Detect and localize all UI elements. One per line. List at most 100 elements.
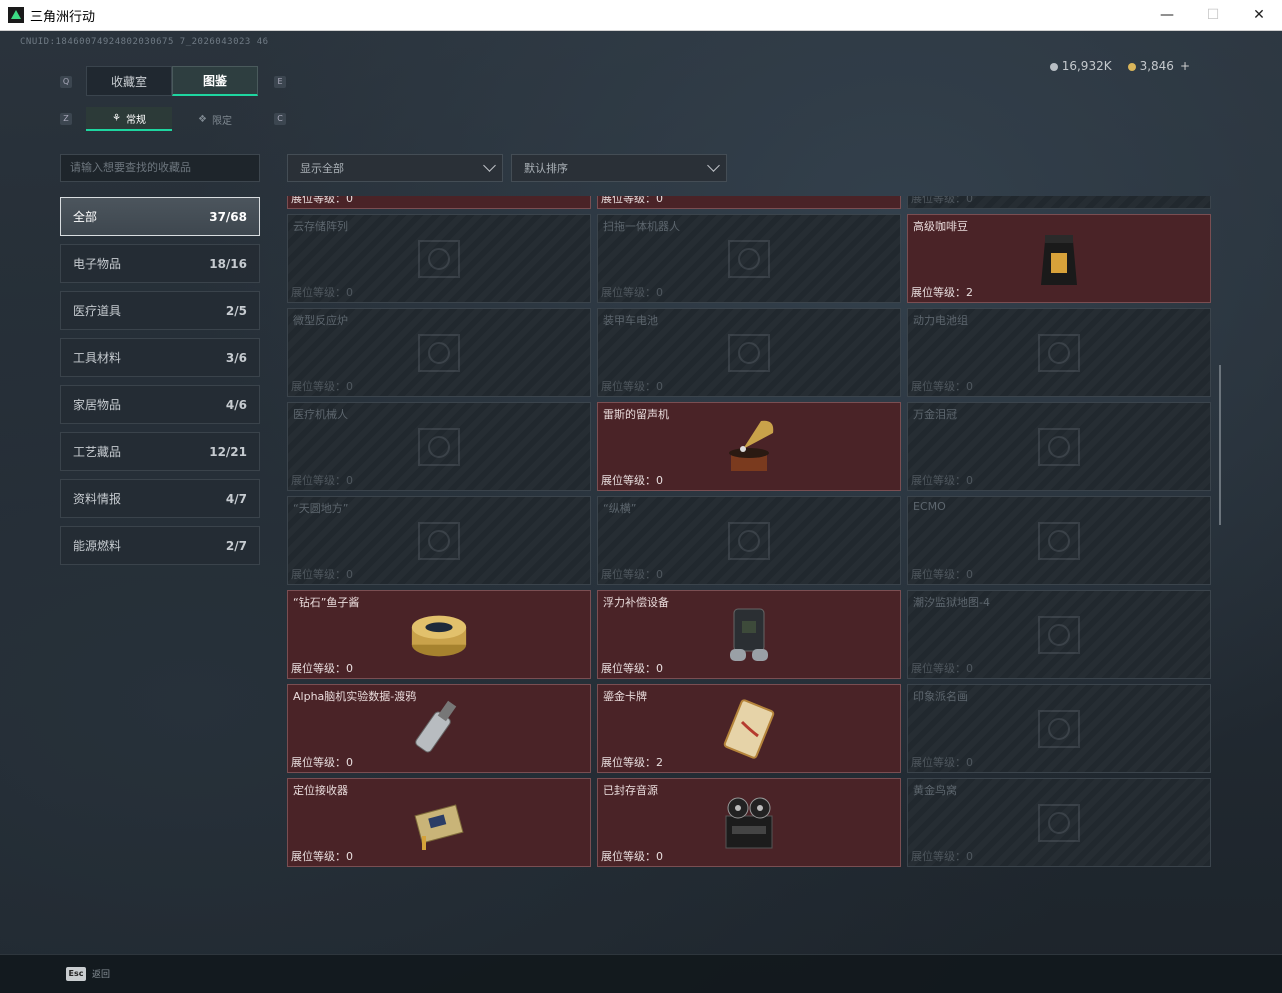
category-label: 全部 (73, 210, 98, 224)
gold-card-icon (718, 698, 780, 760)
level-label: 展位等级： (601, 380, 656, 393)
collection-card[interactable]: 扫拖一体机器人 展位等级：0 (597, 214, 901, 303)
collection-card-level: 展位等级：0 (911, 848, 973, 864)
collection-card-name: 扫拖一体机器人 (603, 220, 680, 233)
collection-card-level: 展位等级：0 (601, 284, 663, 300)
level-label: 展位等级： (291, 196, 346, 205)
collection-card-level: 展位等级：0 (911, 566, 973, 582)
collection-card[interactable]: 高级咖啡豆 展位等级：2 (907, 214, 1211, 303)
tab-collection-room[interactable]: 收藏室 (86, 66, 172, 96)
collection-card-name: 黄金鸟窝 (913, 784, 957, 797)
prev-subtab-key-icon[interactable]: Z (60, 113, 72, 125)
collection-card[interactable]: 浮力补偿设备 展位等级：0 (597, 590, 901, 679)
collection-card[interactable]: 雷斯的留声机 展位等级：0 (597, 402, 901, 491)
app-logo-icon (8, 7, 24, 23)
coffee-bag-icon (1028, 228, 1090, 290)
minimize-button[interactable]: — (1144, 0, 1190, 30)
uid-label: CNUID:18460074924802030675 7_2026043023 … (20, 37, 269, 47)
collection-card[interactable]: 装甲车电池 展位等级：0 (597, 308, 901, 397)
reactor-icon (408, 322, 470, 384)
category-item[interactable]: 资料情报 4/7 (60, 479, 260, 518)
category-item[interactable]: 工艺藏品 12/21 (60, 432, 260, 471)
collection-card[interactable]: 动力电池组 展位等级：0 (907, 308, 1211, 397)
collection-card[interactable]: 展位等级：0 (907, 196, 1211, 209)
tape-recorder-icon (718, 792, 780, 854)
collection-card[interactable]: 微型反应炉 展位等级：0 (287, 308, 591, 397)
map-icon (1028, 604, 1090, 666)
globe-icon (408, 510, 470, 572)
collection-card[interactable]: 云存储阵列 展位等级：0 (287, 214, 591, 303)
collection-card[interactable]: 定位接收器 展位等级：0 (287, 778, 591, 867)
level-value: 0 (656, 474, 663, 487)
category-label: 电子物品 (73, 257, 122, 271)
level-value: 0 (656, 662, 663, 675)
collection-card[interactable]: 黄金鸟窝展位等级：0 (907, 778, 1211, 867)
level-label: 展位等级： (911, 286, 966, 299)
level-value: 0 (346, 196, 353, 205)
collection-card[interactable]: “纵横” 展位等级：0 (597, 496, 901, 585)
collection-card-level: 展位等级：0 (911, 378, 973, 394)
silver-currency: 16,932K (1049, 59, 1112, 73)
category-label: 工艺藏品 (73, 445, 122, 459)
collection-card[interactable]: 万金泪冠 展位等级：0 (907, 402, 1211, 491)
subtab-limited[interactable]: ❖ 限定 (172, 107, 258, 131)
gold-amount: 3,846 (1139, 59, 1174, 73)
maximize-button[interactable]: ☐ (1190, 0, 1236, 30)
collection-card[interactable]: “钻石”鱼子酱 展位等级：0 (287, 590, 591, 679)
collection-card[interactable]: 鎏金卡牌 展位等级：2 (597, 684, 901, 773)
collection-card[interactable]: 印象派名画 展位等级：0 (907, 684, 1211, 773)
level-value: 2 (966, 286, 973, 299)
search-input[interactable] (60, 154, 260, 182)
limited-icon: ❖ (198, 113, 207, 125)
category-count: 4/6 (225, 397, 247, 412)
category-item[interactable]: 能源燃料 2/7 (60, 526, 260, 565)
category-item[interactable]: 家居物品 4/6 (60, 385, 260, 424)
level-value: 0 (656, 568, 663, 581)
category-label: 家居物品 (73, 398, 122, 412)
esc-key-button[interactable]: Esc (66, 967, 86, 981)
collection-card-level: 展位等级：0 (911, 660, 973, 676)
crown-icon (1028, 416, 1090, 478)
sub-tabs: ⚘ 常规 ❖ 限定 (86, 107, 258, 131)
collection-card[interactable]: 展位等级：0 (287, 196, 591, 209)
category-count: 2/5 (225, 303, 247, 318)
collection-card[interactable]: 医疗机械人 展位等级：0 (287, 402, 591, 491)
level-value: 2 (656, 756, 663, 769)
level-value: 0 (966, 568, 973, 581)
grid-scrollbar[interactable] (1219, 365, 1221, 525)
collection-card[interactable]: 潮汐监狱地图-4 展位等级：0 (907, 590, 1211, 679)
collection-card[interactable]: 已封存音源 展位等级：0 (597, 778, 901, 867)
category-item[interactable]: 工具材料 3/6 (60, 338, 260, 377)
category-label: 工具材料 (73, 351, 122, 365)
collection-card-level: 展位等级：0 (601, 196, 663, 206)
collection-card[interactable]: Alpha脑机实验数据-渡鸦 展位等级：0 (287, 684, 591, 773)
collection-card[interactable]: 展位等级：0 (597, 196, 901, 209)
collection-card[interactable]: ECMO 展位等级：0 (907, 496, 1211, 585)
collection-card-level: 展位等级：0 (601, 848, 663, 864)
subtab-regular[interactable]: ⚘ 常规 (86, 107, 172, 131)
collection-grid-viewport[interactable]: 展位等级：0 展位等级：0 展位等级：0 云存储阵列 展位等级：0 扫拖一体机器人 展位等级… (287, 196, 1214, 924)
add-currency-button[interactable]: + (1180, 59, 1190, 73)
collection-card[interactable]: “天圆地方” 展位等级：0 (287, 496, 591, 585)
sort-value: 默认排序 (524, 162, 568, 175)
sort-select[interactable]: 默认排序 (511, 154, 727, 182)
prev-tab-key-icon[interactable]: Q (60, 76, 72, 88)
collection-card-level: 展位等级：0 (911, 754, 973, 770)
data-drive-icon (408, 698, 470, 760)
collection-card-level: 展位等级：0 (601, 566, 663, 582)
category-item[interactable]: 医疗道具 2/5 (60, 291, 260, 330)
collection-card-name: 浮力补偿设备 (603, 596, 669, 609)
chevron-down-icon (483, 159, 496, 172)
level-label: 展位等级： (911, 850, 966, 863)
close-button[interactable]: ✕ (1236, 0, 1282, 30)
display-filter-select[interactable]: 显示全部 (287, 154, 503, 182)
painting-icon (1028, 698, 1090, 760)
level-label: 展位等级： (911, 474, 966, 487)
next-subtab-key-icon[interactable]: C (274, 113, 286, 125)
category-item[interactable]: 全部 37/68 (60, 197, 260, 236)
next-tab-key-icon[interactable]: E (274, 76, 286, 88)
category-label: 能源燃料 (73, 539, 122, 553)
tab-codex[interactable]: 图鉴 (172, 66, 258, 96)
level-label: 展位等级： (291, 756, 346, 769)
category-item[interactable]: 电子物品 18/16 (60, 244, 260, 283)
